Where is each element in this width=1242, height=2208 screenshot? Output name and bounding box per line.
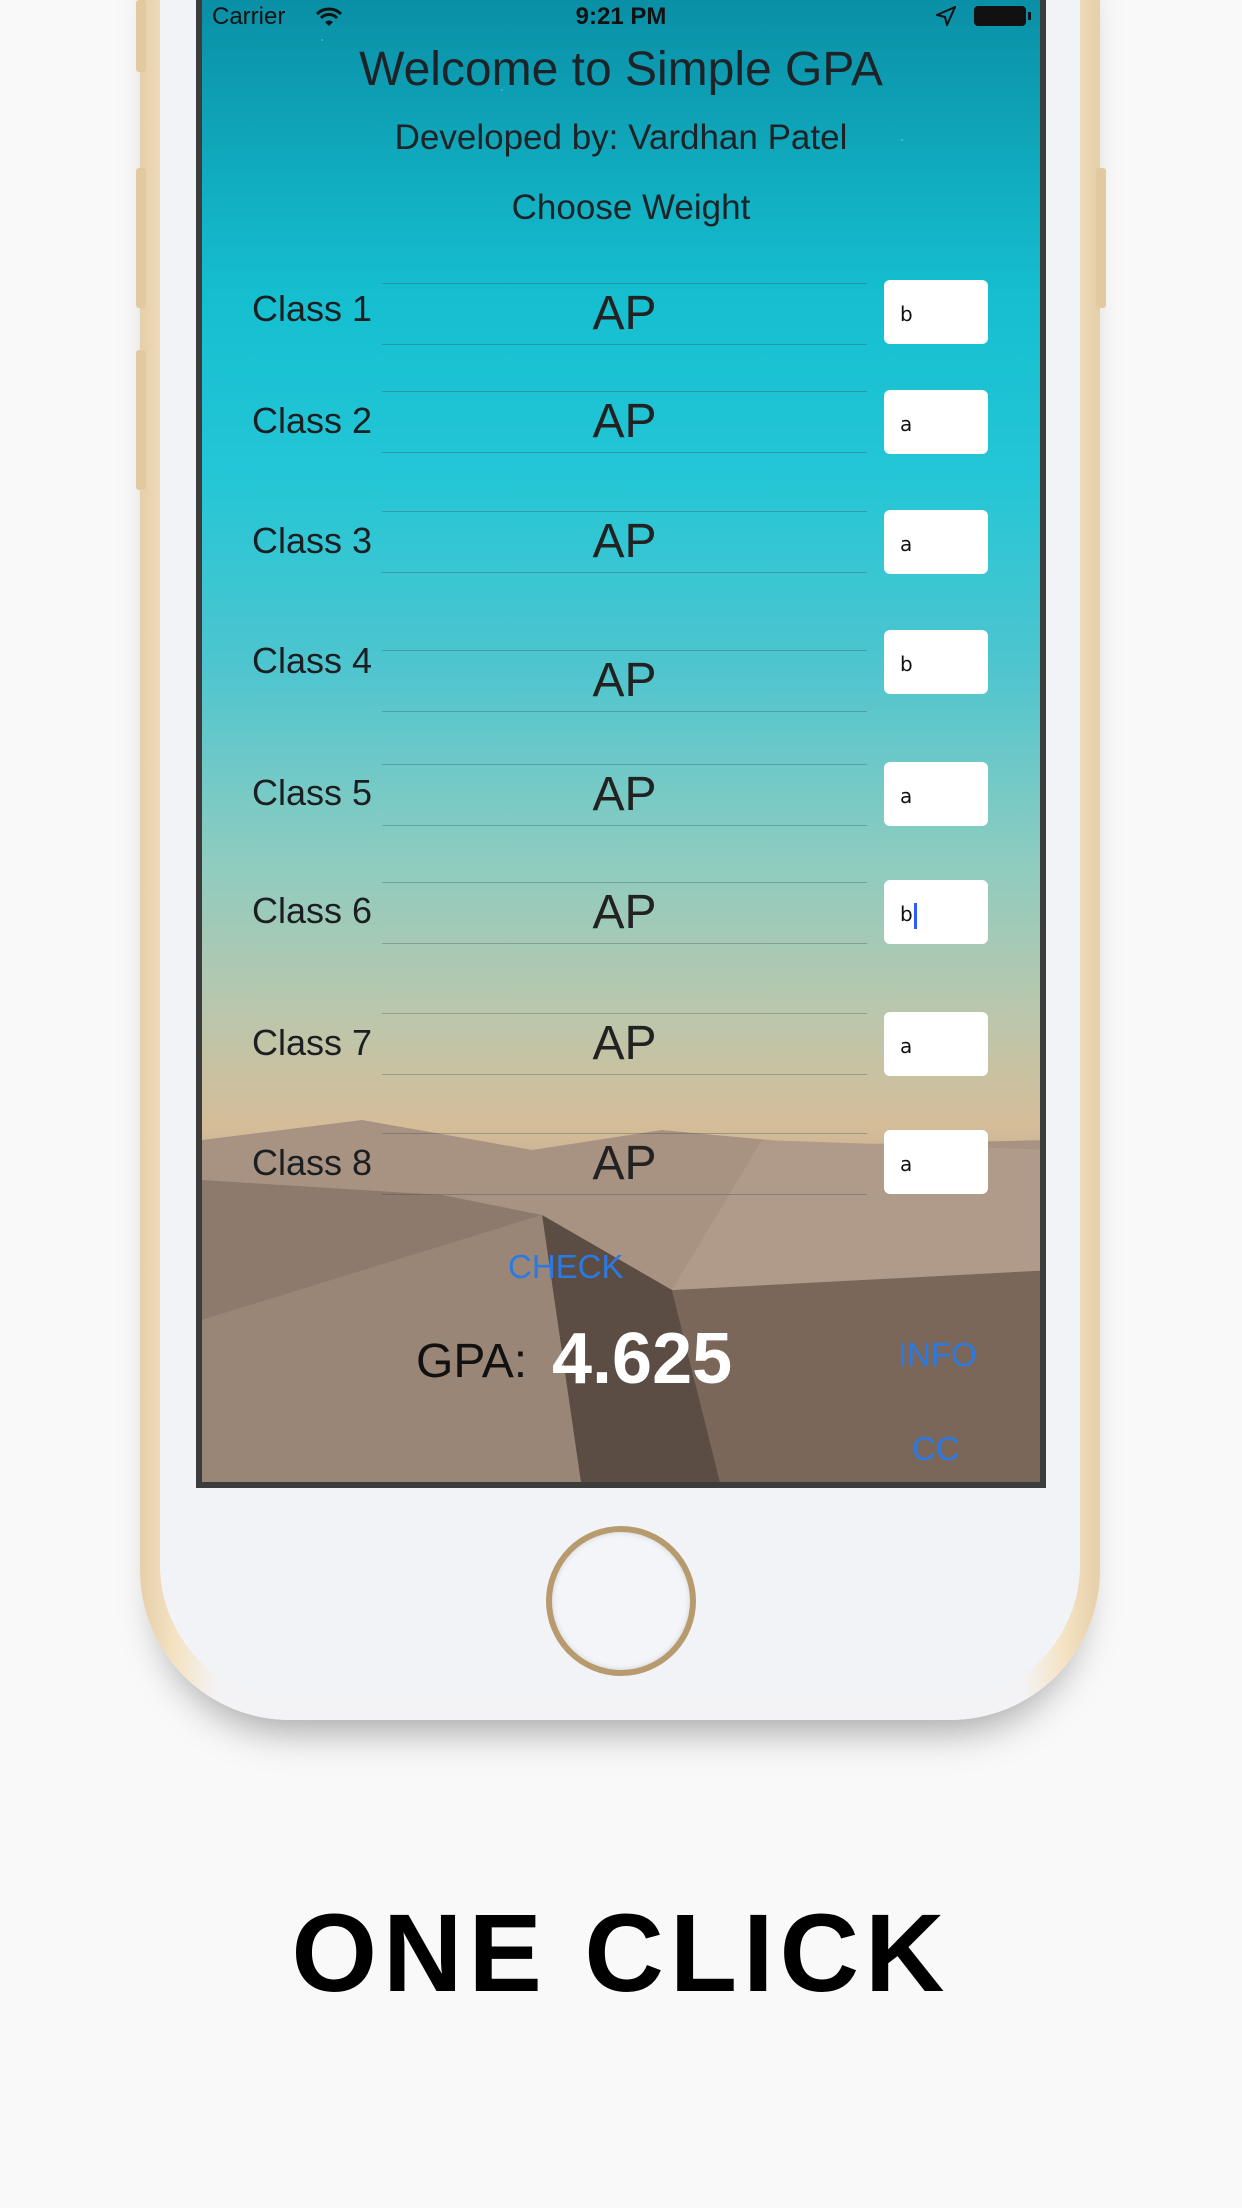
developer-credit: Developed by: Vardhan Patel	[394, 118, 848, 157]
volume-down-button	[136, 350, 146, 490]
home-button[interactable]	[546, 1526, 696, 1676]
class-label-1: Class 1	[251, 288, 373, 329]
status-bar: Carrier 9:21 PM	[202, 0, 1040, 36]
grade-input-value: b	[900, 902, 913, 926]
power-button	[1096, 168, 1106, 308]
battery-icon	[974, 6, 1031, 26]
grade-input-3[interactable]: a	[884, 510, 988, 574]
status-indicators	[936, 6, 1031, 26]
gpa-value: 4.625	[552, 1319, 733, 1399]
text-cursor	[913, 902, 917, 929]
class-label-3: Class 3	[251, 520, 373, 561]
class-label-4: Class 4	[251, 640, 373, 681]
class-label-5: Class 5	[251, 772, 373, 813]
mute-switch	[136, 0, 146, 72]
class-label-2: Class 2	[251, 400, 373, 441]
class-label-6: Class 6	[251, 890, 373, 931]
status-time: 9:21 PM	[575, 3, 667, 30]
class-label-8: Class 8	[251, 1142, 373, 1183]
volume-up-button	[136, 168, 146, 308]
weight-picker-6[interactable]: AP	[382, 882, 867, 944]
app-title: Welcome to Simple GPA	[359, 43, 883, 96]
cc-button[interactable]: CC	[912, 1430, 960, 1468]
promo-caption: ONE CLICK	[291, 1892, 951, 2015]
grade-input-6[interactable]: b	[884, 880, 988, 944]
grade-input-4[interactable]: b	[884, 630, 988, 694]
grade-input-8[interactable]: a	[884, 1130, 988, 1194]
grade-input-1[interactable]: b	[884, 280, 988, 344]
info-button[interactable]: INFO	[898, 1336, 977, 1374]
choose-weight-label: Choose Weight	[511, 188, 751, 227]
app-screen: Carrier 9:21 PM Welcome to Simple GPA De…	[196, 0, 1046, 1488]
class-label-7: Class 7	[251, 1022, 373, 1063]
weight-picker-4[interactable]: AP	[382, 650, 867, 712]
grade-input-2[interactable]: a	[884, 390, 988, 454]
weight-picker-5[interactable]: AP	[382, 764, 867, 826]
weight-picker-2[interactable]: AP	[382, 391, 867, 453]
weight-picker-7[interactable]: AP	[382, 1013, 867, 1075]
weight-picker-3[interactable]: AP	[382, 511, 867, 573]
check-button[interactable]: CHECK	[508, 1248, 624, 1286]
grade-input-7[interactable]: a	[884, 1012, 988, 1076]
weight-picker-1[interactable]: AP	[382, 283, 867, 345]
location-arrow-icon	[936, 6, 956, 26]
gpa-label: GPA:	[416, 1335, 528, 1388]
grade-input-5[interactable]: a	[884, 762, 988, 826]
weight-picker-8[interactable]: AP	[382, 1133, 867, 1195]
